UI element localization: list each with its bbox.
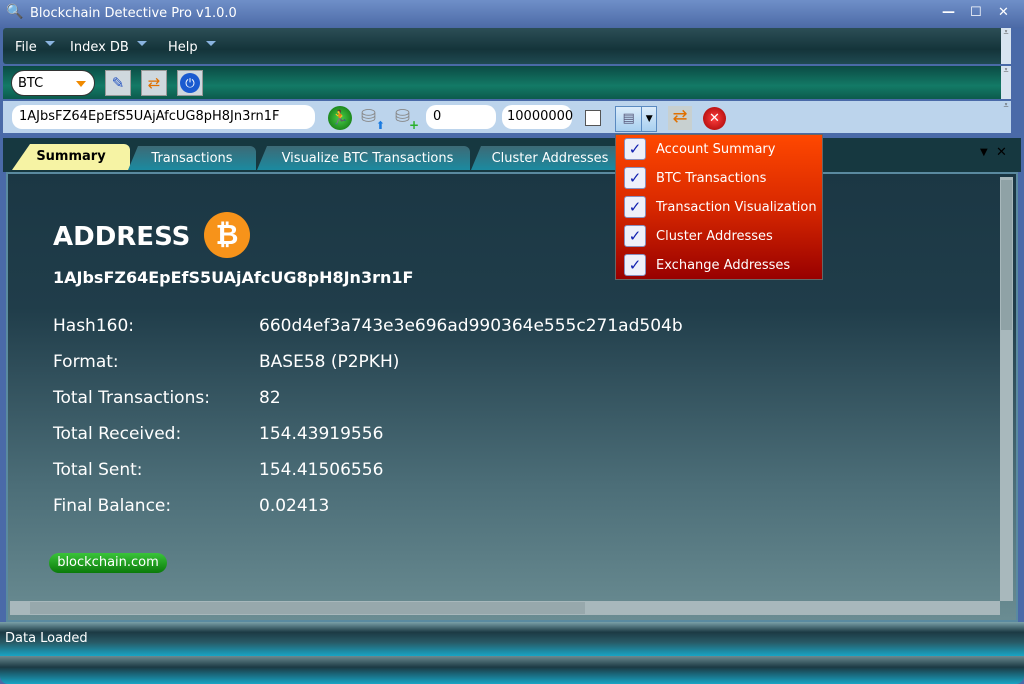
close-window-button[interactable]: ✕ — [998, 5, 1009, 20]
chevron-down-icon — [205, 41, 216, 46]
checkbox-checked-icon[interactable]: ✓ — [624, 138, 646, 160]
close-x-icon: ✕ — [709, 111, 720, 126]
status-bar: Data Loaded — [0, 622, 1024, 656]
field-value: 0.02413 — [259, 496, 330, 516]
view-options-dropdown-button[interactable]: ▤ ▼ — [615, 106, 657, 132]
power-button[interactable]: ⏻ — [177, 70, 203, 96]
toolbar-overflow[interactable]: ⩡ — [1001, 66, 1011, 99]
menu-bar: File Index DB Help ⩡ — [3, 28, 1011, 64]
chevron-down-icon: ▼ — [641, 107, 656, 131]
block-to-input[interactable]: 10000000 — [502, 105, 573, 129]
block-from-input[interactable]: 0 — [426, 105, 496, 129]
chevron-down-icon — [76, 81, 86, 87]
status-text: Data Loaded — [5, 631, 88, 646]
tab-visualize-btc-transactions[interactable]: Visualize BTC Transactions — [257, 146, 470, 170]
menu-item[interactable]: ✓ Exchange Addresses — [624, 252, 790, 278]
tab-transactions[interactable]: Transactions — [128, 146, 256, 170]
horizontal-scroll-thumb[interactable] — [30, 602, 585, 614]
app-magnifier-icon: 🔍 — [6, 4, 24, 20]
menu-label: Index DB — [70, 40, 129, 55]
database-add-icon: ⛁ — [395, 106, 411, 127]
field-value: 82 — [259, 388, 281, 408]
field-value: 660d4ef3a743e3e696ad990364e555c271ad504b — [259, 316, 683, 336]
menu-item[interactable]: ✓ BTC Transactions — [624, 165, 766, 191]
chevron-down-icon — [136, 41, 147, 46]
field-value: 154.41506556 — [259, 460, 384, 480]
menu-item[interactable]: ✓ Transaction Visualization — [624, 194, 817, 220]
menu-item-label: Transaction Visualization — [656, 199, 817, 215]
menu-item-label: Exchange Addresses — [656, 257, 791, 273]
field-value: 154.43919556 — [259, 424, 384, 444]
refresh-button[interactable]: ⇄ — [668, 106, 692, 130]
menu-file[interactable]: File — [15, 40, 55, 55]
field-label: Total Sent: — [53, 460, 143, 480]
menu-item[interactable]: ✓ Cluster Addresses — [624, 223, 773, 249]
checkbox-checked-icon[interactable]: ✓ — [624, 254, 646, 276]
bottom-bar — [0, 656, 1024, 684]
minimize-button[interactable]: — — [942, 5, 955, 20]
summary-address: 1AJbsFZ64EpEfS5UAjAfcUG8pH8Jn3rn1F — [53, 268, 414, 287]
menu-label: File — [15, 40, 37, 55]
filter-checkbox[interactable] — [585, 110, 601, 126]
field-label: Hash160: — [53, 316, 135, 336]
menu-item-label: Account Summary — [656, 141, 776, 157]
field-label: Final Balance: — [53, 496, 172, 516]
view-options-menu: ✓ Account Summary ✓ BTC Transactions ✓ T… — [615, 134, 823, 280]
checkbox-checked-icon[interactable]: ✓ — [624, 225, 646, 247]
blockchain-link-button[interactable]: blockchain.com — [49, 553, 167, 573]
toolbar-overflow[interactable]: ⩡ — [1001, 28, 1011, 64]
field-value: BASE58 (P2PKH) — [259, 352, 400, 372]
title-bar: 🔍 Blockchain Detective Pro v1.0.0 — ☐ ✕ — [0, 0, 1024, 28]
chevron-down-icon — [44, 41, 55, 46]
maximize-button[interactable]: ☐ — [970, 5, 982, 20]
field-label: Format: — [53, 352, 119, 372]
address-heading: ADDRESS — [53, 222, 191, 252]
bitcoin-icon: ₿ — [204, 212, 250, 258]
checkbox-checked-icon[interactable]: ✓ — [624, 167, 646, 189]
refresh-arrows-icon: ⇄ — [147, 74, 161, 92]
toolbar-overflow[interactable]: ⩡ — [1001, 101, 1011, 133]
power-icon: ⏻ — [180, 73, 200, 93]
menu-item-label: Cluster Addresses — [656, 228, 773, 244]
clear-button[interactable]: ✕ — [703, 107, 726, 130]
window-title: Blockchain Detective Pro v1.0.0 — [30, 6, 237, 21]
pencil-icon: ✎ — [111, 74, 125, 92]
field-label: Total Received: — [53, 424, 182, 444]
tab-cluster-addresses[interactable]: Cluster Addresses — [471, 146, 621, 170]
menu-label: Help — [168, 40, 198, 55]
field-label: Total Transactions: — [53, 388, 210, 408]
db-add-button[interactable]: ⛁ + — [395, 106, 419, 132]
refresh-arrows-icon: ⇄ — [672, 106, 688, 127]
edit-pencil-button[interactable]: ✎ — [105, 70, 131, 96]
close-tab-icon[interactable]: ✕ — [996, 145, 1007, 160]
menu-index-db[interactable]: Index DB — [70, 40, 147, 55]
currency-select[interactable]: BTC — [11, 70, 95, 96]
sync-button[interactable]: ⇄ — [141, 70, 167, 96]
db-upload-button[interactable]: ⛁ ⬆ — [361, 106, 385, 132]
run-button[interactable]: 🏃 — [328, 106, 352, 130]
menu-item[interactable]: ✓ Account Summary — [624, 136, 775, 162]
menu-item-label: BTC Transactions — [656, 170, 767, 186]
address-input[interactable]: 1AJbsFZ64EpEfS5UAjAfcUG8pH8Jn3rn1F — [12, 105, 315, 129]
tab-list-chevron-icon[interactable]: ▼ — [980, 147, 988, 158]
checkbox-checked-icon[interactable]: ✓ — [624, 196, 646, 218]
vertical-scroll-thumb[interactable] — [1001, 180, 1012, 330]
report-icon: ▤ — [622, 111, 635, 126]
database-upload-icon: ⛁ — [361, 106, 377, 127]
tab-summary[interactable]: Summary — [12, 144, 130, 170]
running-man-icon: 🏃 — [331, 110, 349, 126]
currency-value: BTC — [18, 76, 44, 91]
menu-help[interactable]: Help — [168, 40, 216, 55]
